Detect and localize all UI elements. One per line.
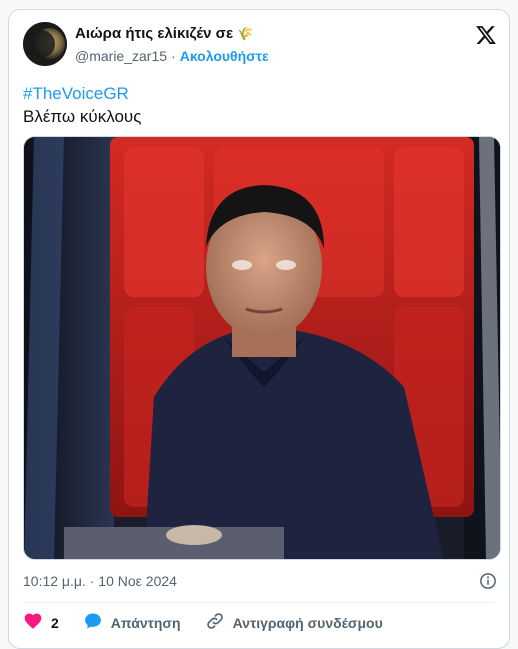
author-name-row: Αιώρα ήτις ελίκιζέν σε 🌾 [75,25,253,42]
wheat-emoji: 🌾 [237,25,254,41]
like-button[interactable]: 2 [23,611,59,634]
timestamp-separator: · [89,573,95,589]
tweet-photo[interactable] [23,136,501,560]
tweet-card: Αιώρα ήτις ελίκιζέν σε 🌾 @marie_zar15 · … [8,9,510,649]
heart-icon [23,611,43,634]
action-bar: 2 Απάντηση Αντιγραφή συνδέσμου [23,611,407,634]
user-handle[interactable]: @marie_zar15 [75,48,167,64]
tweet-text: #TheVoiceGR Βλέπω κύκλους [23,82,141,128]
follow-button[interactable]: Ακολουθήστε [180,48,269,64]
reply-button[interactable]: Απάντηση [83,611,181,634]
divider [23,602,495,603]
like-count: 2 [51,614,59,631]
reply-label: Απάντηση [110,614,181,631]
hashtag-link[interactable]: #TheVoiceGR [23,82,141,105]
info-icon[interactable] [479,572,497,590]
copy-link-button[interactable]: Αντιγραφή συνδέσμου [205,611,383,634]
handle-separator: · [171,48,176,64]
avatar[interactable] [23,22,67,66]
display-name[interactable]: Αιώρα ήτις ελίκιζέν σε [75,25,233,42]
copy-link-label: Αντιγραφή συνδέσμου [232,614,383,631]
speech-bubble-icon [83,611,103,634]
tweet-date: 10 Νοε 2024 [98,573,177,589]
link-icon [205,611,225,634]
handle-row: @marie_zar15 · Ακολουθήστε [75,48,269,64]
tweet-time: 10:12 μ.μ. [23,573,86,589]
timestamp[interactable]: 10:12 μ.μ. · 10 Νοε 2024 [23,573,177,589]
x-logo-icon[interactable] [475,24,497,46]
tweet-body: Βλέπω κύκλους [23,107,142,126]
